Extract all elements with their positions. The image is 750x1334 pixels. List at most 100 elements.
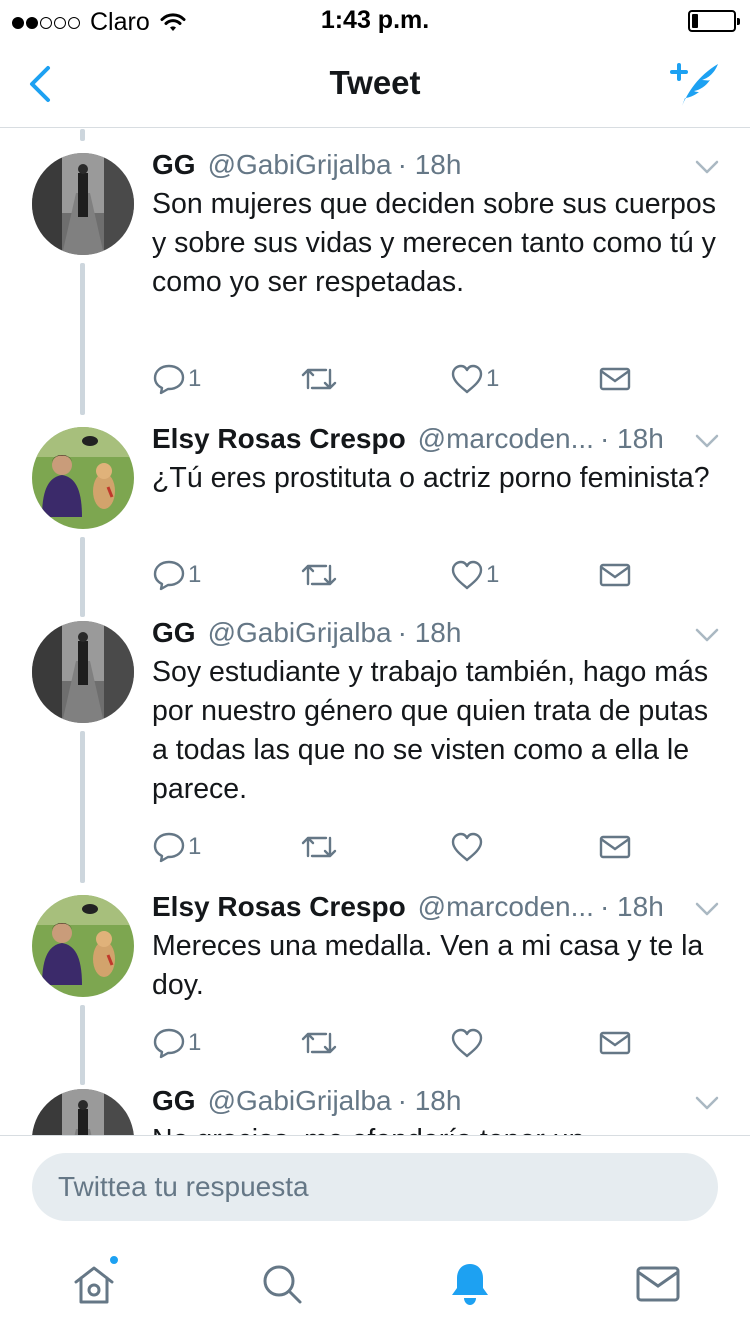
author-handle[interactable]: @GabiGrijalba [208,149,392,181]
tweet-actions: 1 [152,1023,652,1063]
tweet-time: · 18h [599,891,664,922]
reply-count: 1 [188,833,202,860]
reply-icon [153,832,185,863]
share-dm-button[interactable] [598,555,632,595]
reply-count: 1 [188,561,202,588]
retweet-button[interactable] [300,359,340,399]
tweet-header: Elsy Rosas Crespo @marcoden... · 18h [152,423,730,455]
tab-messages[interactable] [634,1260,682,1308]
like-count: 1 [486,365,500,392]
retweet-button[interactable] [300,827,340,867]
reply-icon [153,1028,185,1059]
tweet-text: ¿Tú eres prostituta o actriz porno femin… [152,462,710,494]
author-name[interactable]: GG [152,1085,196,1117]
retweet-icon [301,564,337,586]
chevron-down-icon[interactable] [694,901,720,917]
like-button[interactable] [450,1023,486,1063]
chevron-down-icon[interactable] [694,1095,720,1111]
home-icon [74,1266,114,1304]
status-time: 1:43 p.m. [320,6,430,34]
author-handle[interactable]: @GabiGrijalba [208,617,392,649]
tweet-header: Elsy Rosas Crespo @marcoden... · 18h [152,891,730,923]
tweet-time: · 18h [397,617,462,648]
share-dm-button[interactable] [598,359,632,399]
avatar[interactable] [32,1089,134,1135]
tweet-time: · 18h [397,1085,462,1116]
author-name[interactable]: Elsy Rosas Crespo [152,423,406,455]
reply-button[interactable]: 1 [152,827,201,867]
reply-input[interactable]: Twittea tu respuesta [32,1153,718,1221]
reply-button[interactable]: 1 [152,555,201,595]
tweet-thread[interactable]: GG @GabiGrijalba · 18h Son mujeres que d… [0,129,750,1135]
tab-bar [0,1236,750,1334]
avatar[interactable] [32,427,134,529]
tweet-header: GG @GabiGrijalba · 18h [152,1085,730,1117]
heart-icon [451,1028,483,1058]
like-button[interactable]: 1 [450,555,499,595]
tweet-item[interactable]: GG @GabiGrijalba · 18h No gracias, me of… [0,1065,750,1135]
tweet-item[interactable]: Elsy Rosas Crespo @marcoden... · 18h Mer… [0,871,750,1065]
battery-icon [688,10,740,32]
tweet-text: Mereces una medalla. Ven a mi casa y te … [152,930,704,1001]
like-count: 1 [486,561,500,588]
retweet-icon [301,1032,337,1054]
like-button[interactable]: 1 [450,359,499,399]
messages-icon [636,1266,680,1302]
notifications-icon [452,1264,488,1305]
retweet-button[interactable] [300,1023,340,1063]
heart-icon [451,364,483,394]
envelope-icon [599,367,631,391]
author-handle[interactable]: @GabiGrijalba [208,1085,392,1117]
tab-notifications[interactable] [446,1260,494,1308]
avatar[interactable] [32,153,134,255]
tweet-time: · 18h [397,149,462,180]
avatar[interactable] [32,895,134,997]
reply-button[interactable]: 1 [152,1023,201,1063]
tweet-text: Son mujeres que deciden sobre sus cuerpo… [152,188,717,298]
reply-bar: Twittea tu respuesta [0,1135,750,1235]
tweet-actions: 1 [152,827,652,867]
heart-icon [451,832,483,862]
retweet-button[interactable] [300,555,340,595]
reply-icon [153,364,185,395]
tweet-item[interactable]: GG @GabiGrijalba · 18h Son mujeres que d… [0,129,750,403]
envelope-icon [599,835,631,859]
tweet-item[interactable]: GG @GabiGrijalba · 18h Soy estudiante y … [0,597,750,871]
tweet-actions: 1 1 [152,359,652,399]
chevron-down-icon[interactable] [694,433,720,449]
author-name[interactable]: Elsy Rosas Crespo [152,891,406,923]
nav-bar: Tweet [0,42,750,128]
chevron-down-icon[interactable] [694,627,720,643]
share-dm-button[interactable] [598,827,632,867]
tweet-item[interactable]: Elsy Rosas Crespo @marcoden... · 18h ¿Tú… [0,403,750,597]
author-name[interactable]: GG [152,617,196,649]
tweet-text: Soy estudiante y trabajo también, hago m… [152,656,709,805]
home-new-indicator [108,1254,120,1266]
heart-icon [451,560,483,590]
author-handle[interactable]: @marcoden... [418,891,594,923]
retweet-icon [301,836,337,858]
status-bar: Claro 1:43 p.m. [0,0,750,42]
author-handle[interactable]: @marcoden... [418,423,594,455]
reply-count: 1 [188,365,202,392]
tweet-time: · 18h [599,423,664,454]
chevron-down-icon[interactable] [694,159,720,175]
reply-icon [153,560,185,591]
envelope-icon [599,563,631,587]
tweet-actions: 1 1 [152,555,652,595]
tab-home[interactable] [70,1254,120,1308]
author-name[interactable]: GG [152,149,196,181]
reply-count: 1 [188,1029,202,1056]
share-dm-button[interactable] [598,1023,632,1063]
tweet-text: No gracias, me ofendería tener un [152,1121,720,1135]
avatar[interactable] [32,621,134,723]
like-button[interactable] [450,827,486,867]
reply-button[interactable]: 1 [152,359,201,399]
tab-search[interactable] [258,1260,306,1308]
compose-tweet-icon[interactable] [668,58,724,110]
search-icon [263,1265,302,1304]
tweet-header: GG @GabiGrijalba · 18h [152,617,730,649]
envelope-icon [599,1031,631,1055]
page-title: Tweet [329,64,421,101]
tweet-header: GG @GabiGrijalba · 18h [152,149,730,181]
